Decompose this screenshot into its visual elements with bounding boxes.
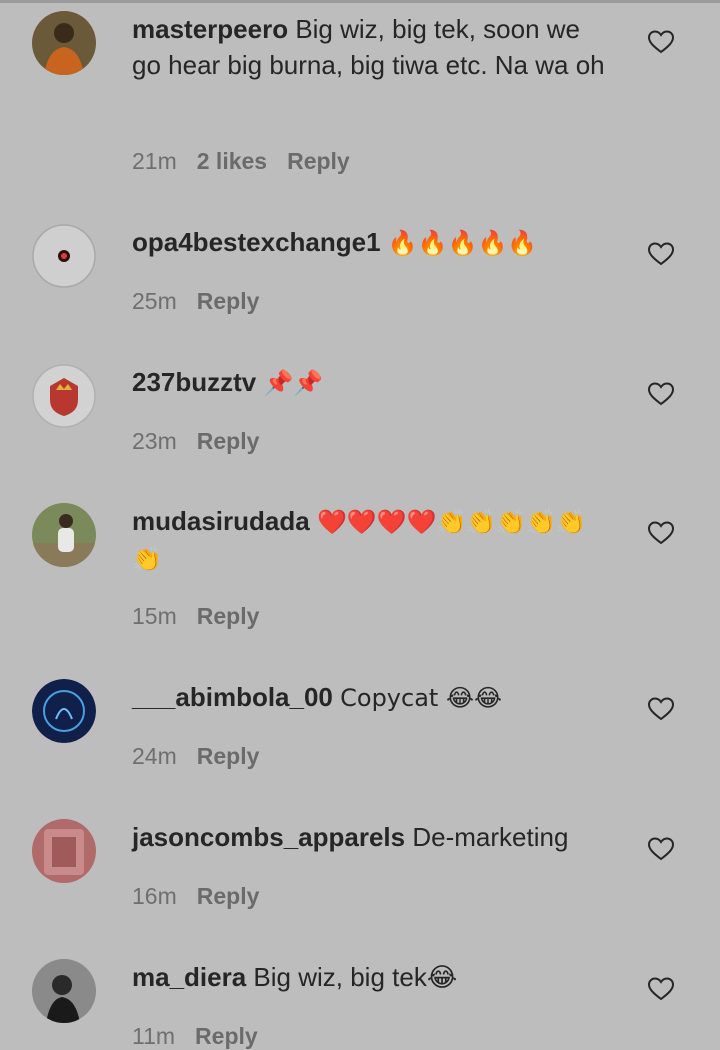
comment-time: 25m [132,288,177,314]
comment-time: 11m [132,1023,176,1049]
comment-time: 21m [132,148,177,174]
top-divider [0,0,720,3]
heart-icon[interactable] [648,697,674,721]
reply-button[interactable]: Reply [287,148,350,174]
reply-button[interactable]: Reply [197,603,260,629]
comment-username[interactable]: 237buzztv [132,367,256,397]
comment-username[interactable]: masterpeero [132,14,288,44]
avatar[interactable] [32,959,96,1023]
comment-time: 16m [132,883,177,909]
comment-text: Big wiz, big tek😂 [253,962,458,992]
comment-username[interactable]: ___abimbola_00 [132,682,333,712]
comment-text: De-marketing [412,822,569,852]
comment-text: Copycat 😂😂 [340,684,503,712]
reply-button[interactable]: Reply [197,883,260,909]
reply-button[interactable]: Reply [195,1023,258,1049]
comment-username[interactable]: mudasirudada [132,506,310,536]
avatar[interactable] [32,503,96,567]
reply-button[interactable]: Reply [197,288,260,314]
likes-count[interactable]: 2 likes [197,148,267,174]
heart-icon[interactable] [648,382,674,406]
comment-username[interactable]: ma_diera [132,962,246,992]
reply-button[interactable]: Reply [197,428,260,454]
avatar[interactable] [32,224,96,288]
comment-text: 📌📌 [263,369,324,397]
comment-time: 24m [132,743,177,769]
comment-text: 🔥🔥🔥🔥🔥 [387,229,538,257]
reply-button[interactable]: Reply [197,743,260,769]
avatar[interactable] [32,819,96,883]
heart-icon[interactable] [648,242,674,266]
heart-icon[interactable] [648,30,674,54]
comment-username[interactable]: jasoncombs_apparels [132,822,405,852]
comment-time: 15m [132,603,177,629]
avatar[interactable] [32,11,96,75]
comment-username[interactable]: opa4bestexchange1 [132,227,381,257]
heart-icon[interactable] [648,837,674,861]
heart-icon[interactable] [648,977,674,1001]
avatar[interactable] [32,364,96,428]
heart-icon[interactable] [648,521,674,545]
avatar[interactable] [32,679,96,743]
comment-time: 23m [132,428,177,454]
